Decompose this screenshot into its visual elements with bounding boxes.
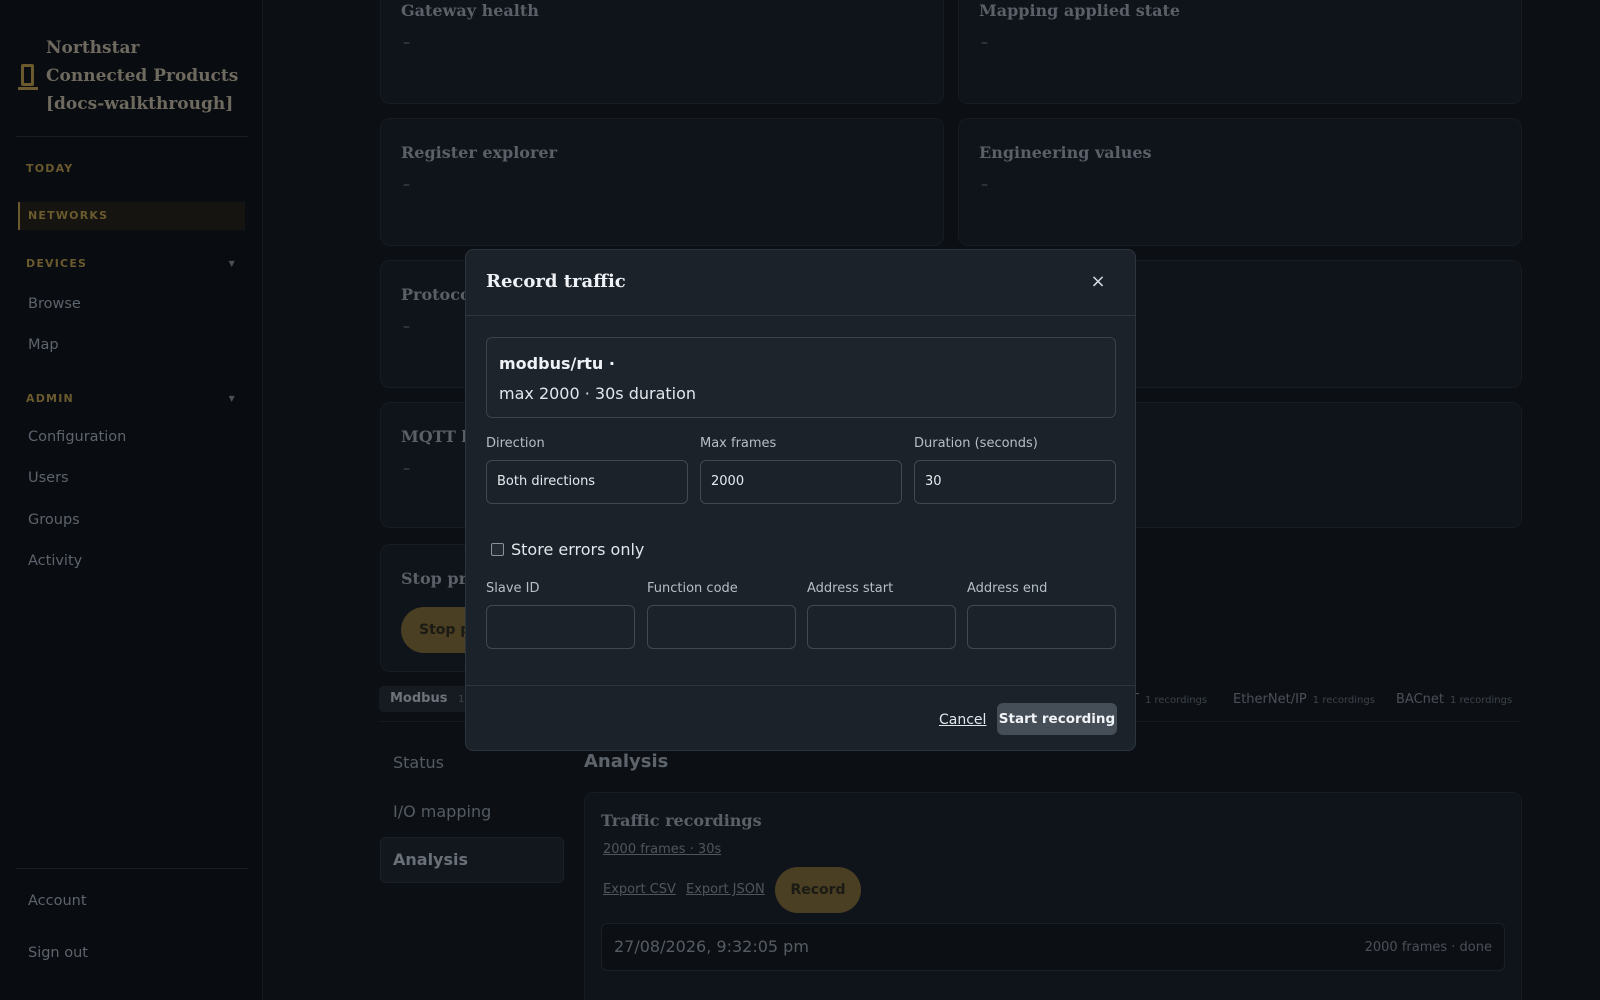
card-title: Mapping applied state [979, 1, 1181, 20]
card-gateway-health: Gateway health – [380, 0, 944, 104]
nav-section-devices[interactable]: DEVICES ▼ [26, 257, 236, 270]
slave-id-input[interactable] [486, 605, 635, 649]
start-recording-button[interactable]: Start recording [997, 703, 1117, 735]
summary-protocol: modbus/rtu · [499, 354, 615, 373]
tab-label: BACnet [1396, 692, 1444, 707]
analysis-title: Analysis [584, 751, 669, 772]
tab-partial[interactable]: T1 recordings [1131, 692, 1207, 707]
card-value: – [403, 177, 410, 193]
sidebar: Northstar Connected Products [docs-walkt… [0, 0, 263, 1000]
card-title: Register explorer [401, 143, 558, 162]
card-value: – [981, 35, 988, 51]
dialog-title: Record traffic [486, 271, 626, 292]
record-traffic-dialog: Record traffic × modbus/rtu · max 2000 ·… [465, 249, 1136, 751]
nav-section-today-label: TODAY [26, 162, 74, 175]
address-end-label: Address end [967, 581, 1048, 596]
card-value: – [981, 177, 988, 193]
card-value: – [403, 35, 410, 51]
sidebar-divider [16, 868, 248, 869]
recording-row[interactable]: 27/08/2026, 9:32:05 pm 2000 frames · don… [601, 923, 1505, 971]
card-title: Gateway health [401, 1, 539, 20]
nav-section-admin[interactable]: ADMIN ▼ [26, 392, 236, 405]
cancel-button[interactable]: Cancel [939, 712, 986, 728]
nav-item-activity[interactable]: Activity [28, 553, 82, 569]
tab-bacnet[interactable]: BACnet 1 recordings [1396, 692, 1512, 707]
card-title: Stop pr [401, 569, 467, 588]
brand[interactable]: Northstar Connected Products [docs-walkt… [18, 34, 248, 118]
subnav-status[interactable]: Status [393, 753, 444, 772]
summary-limits: max 2000 · 30s duration [499, 384, 697, 403]
caret-down-icon: ▼ [228, 394, 236, 403]
card-value: – [403, 319, 410, 335]
max-frames-label: Max frames [700, 436, 777, 451]
store-errors-label[interactable]: Store errors only [511, 540, 644, 559]
recording-summary-link[interactable]: 2000 frames · 30s [603, 842, 721, 857]
card-title: Traffic recordings [601, 811, 762, 830]
brand-logo-icon [18, 62, 38, 90]
nav-item-map[interactable]: Map [28, 337, 59, 353]
dialog-footer-divider [466, 685, 1135, 686]
recording-timestamp: 27/08/2026, 9:32:05 pm [614, 937, 809, 956]
nav-section-admin-label: ADMIN [26, 392, 74, 405]
card-title: MQTT b [401, 427, 473, 446]
function-code-label: Function code [647, 581, 738, 596]
nav-item-configuration[interactable]: Configuration [28, 429, 126, 445]
duration-label: Duration (seconds) [914, 436, 1038, 451]
tab-count: 1 recordings [1450, 695, 1513, 706]
close-icon[interactable]: × [1087, 270, 1109, 294]
card-title: Engineering values [979, 143, 1152, 162]
tab-count: 1 recordings [1312, 695, 1375, 706]
tab-count: 1 recordings [1144, 695, 1208, 706]
card-title: Protoco [401, 285, 471, 304]
tab-label: Modbus [390, 691, 448, 706]
tab-label: EtherNet/IP [1233, 692, 1307, 707]
export-json-link[interactable]: Export JSON [686, 882, 765, 897]
recording-summary: modbus/rtu · max 2000 · 30s duration [486, 337, 1116, 418]
max-frames-input[interactable]: 2000 [700, 460, 902, 504]
dialog-header: Record traffic × [466, 250, 1135, 316]
store-errors-checkbox[interactable] [491, 543, 504, 556]
function-code-input[interactable] [647, 605, 796, 649]
nav-item-account[interactable]: Account [28, 893, 87, 909]
recording-status: 2000 frames · done [1364, 940, 1492, 955]
card-register-explorer: Register explorer – [380, 118, 944, 246]
card-value: – [403, 461, 410, 477]
address-start-label: Address start [807, 581, 894, 596]
direction-label: Direction [486, 436, 545, 451]
tab-ethernetip[interactable]: EtherNet/IP 1 recordings [1233, 692, 1375, 707]
slave-id-label: Slave ID [486, 581, 540, 596]
duration-input[interactable]: 30 [914, 460, 1116, 504]
nav-item-networks[interactable]: NETWORKS [18, 202, 245, 230]
nav-section-today[interactable]: TODAY [26, 162, 236, 175]
brand-name: Northstar Connected Products [docs-walkt… [46, 38, 239, 114]
subnav-analysis[interactable]: Analysis [380, 837, 564, 883]
caret-down-icon: ▼ [228, 259, 236, 268]
nav-section-devices-label: DEVICES [26, 257, 88, 270]
record-button[interactable]: Record [775, 867, 861, 913]
address-start-input[interactable] [807, 605, 956, 649]
card-mapping-applied-state: Mapping applied state – [958, 0, 1522, 104]
nav-item-browse[interactable]: Browse [28, 296, 81, 312]
address-end-input[interactable] [967, 605, 1116, 649]
nav-item-users[interactable]: Users [28, 470, 69, 486]
nav-item-sign-out[interactable]: Sign out [28, 945, 88, 961]
export-csv-link[interactable]: Export CSV [603, 882, 676, 897]
sidebar-divider [16, 136, 248, 137]
nav-item-groups[interactable]: Groups [28, 512, 80, 528]
card-engineering-values: Engineering values – [958, 118, 1522, 246]
direction-select[interactable]: Both directions [486, 460, 688, 504]
subnav-io-mapping[interactable]: I/O mapping [393, 802, 491, 821]
